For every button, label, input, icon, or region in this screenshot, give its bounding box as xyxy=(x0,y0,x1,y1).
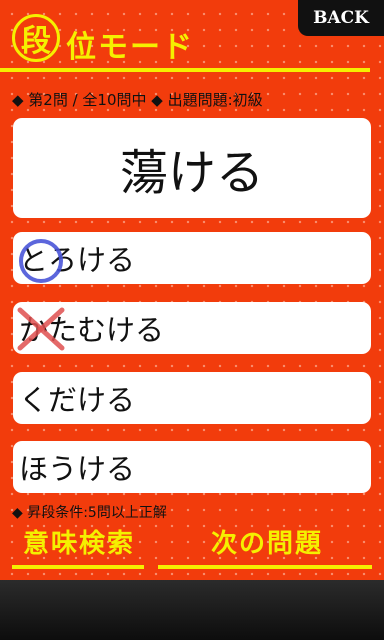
question-progress: ◆ 第2問 / 全10問中 ◆ 出題問題:初級 xyxy=(12,91,263,109)
answer-choice-3[interactable]: くだける xyxy=(13,372,371,424)
search-underline xyxy=(12,565,144,569)
mode-title-text: 位モード xyxy=(66,30,194,65)
answer-choice-2[interactable]: かたむける xyxy=(13,302,371,354)
next-question-button[interactable]: 次の問題 xyxy=(192,523,342,560)
quiz-screen: BACK 段 位モード ◆ 第2問 / 全10問中 ◆ 出題問題:初級 蕩ける … xyxy=(0,0,384,580)
dan-icon: 段 xyxy=(12,14,60,62)
answer-choice-1[interactable]: とろける xyxy=(13,232,371,284)
mode-title: 段 位モード xyxy=(10,10,300,70)
answer-choice-label: とろける xyxy=(19,243,136,277)
answer-choice-label: ほうける xyxy=(19,452,136,486)
next-underline xyxy=(158,565,372,569)
title-underline xyxy=(0,68,370,72)
answer-choice-label: くだける xyxy=(19,383,136,417)
bottom-bar xyxy=(0,580,384,640)
question-word: 蕩ける xyxy=(13,118,371,218)
meaning-search-button[interactable]: 意味検索 xyxy=(14,523,144,560)
back-button[interactable]: BACK xyxy=(298,0,384,36)
promotion-condition: ◆ 昇段条件:5問以上正解 xyxy=(12,505,167,521)
answer-choice-4[interactable]: ほうける xyxy=(13,441,371,493)
answer-choice-label: かたむける xyxy=(19,313,165,347)
